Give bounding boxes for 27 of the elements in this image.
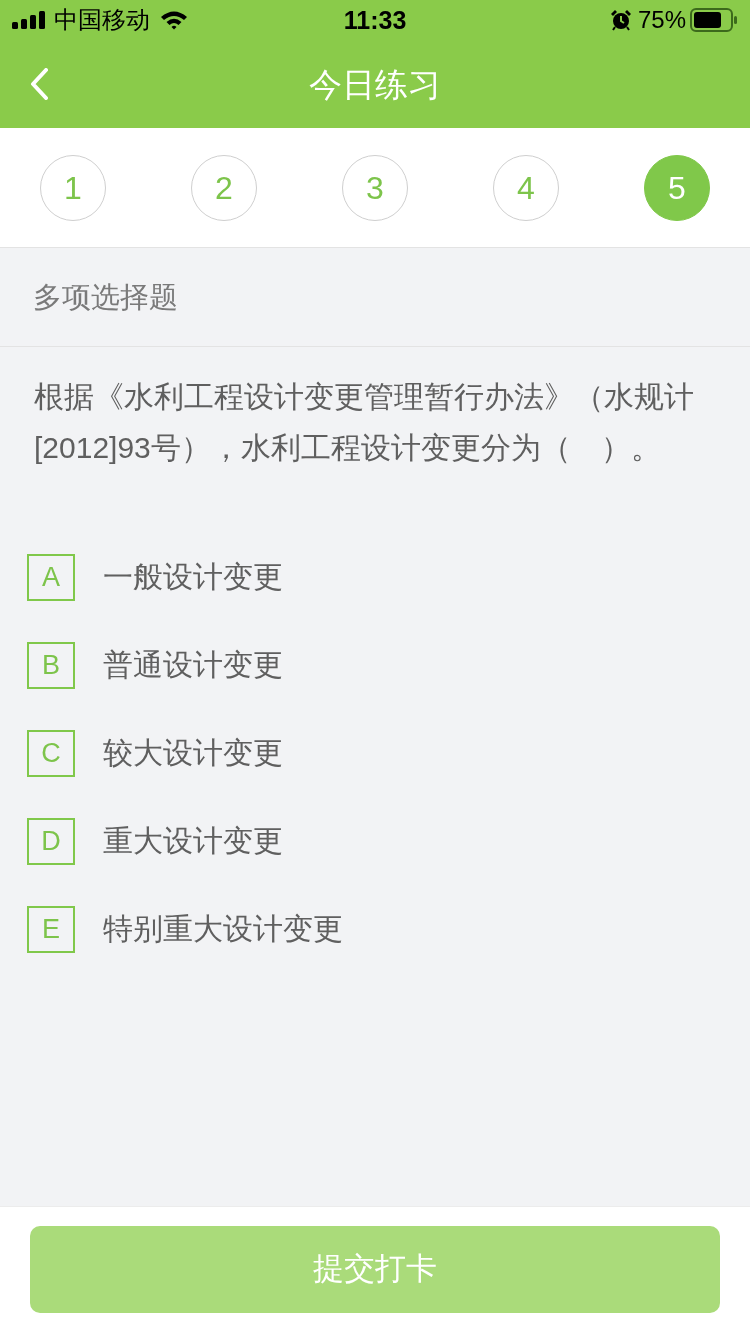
back-chevron-icon	[30, 68, 48, 100]
question-type-label: 多项选择题	[33, 282, 178, 312]
option-letter-checkbox[interactable]: D	[27, 817, 75, 865]
question-number-tab[interactable]: 5	[644, 154, 710, 221]
back-button[interactable]	[28, 66, 50, 102]
option-text[interactable]: 一般设计变更	[103, 562, 283, 592]
question-number-tab[interactable]: 1	[40, 154, 106, 221]
battery-icon	[690, 8, 738, 32]
question-number-tab[interactable]: 3	[342, 154, 408, 221]
option-text[interactable]: 较大设计变更	[103, 738, 283, 768]
battery-percent: 75%	[637, 8, 686, 32]
option-letter-checkbox[interactable]: B	[27, 641, 75, 689]
question-text: 根据《水利工程设计变更管理暂行办法》（水规计[2012]93号），水利工程设计变更分为（ ）。	[34, 379, 694, 466]
option-letter-checkbox[interactable]: A	[27, 553, 75, 601]
alarm-clock-icon	[609, 9, 632, 31]
option-text[interactable]: 特别重大设计变更	[103, 914, 343, 944]
page-title: 今日练习	[309, 67, 441, 101]
option-letter-checkbox[interactable]: C	[27, 729, 75, 777]
clock-time: 11:33	[343, 7, 407, 33]
question-number-tab[interactable]: 2	[191, 154, 257, 221]
signal-icon	[12, 11, 46, 29]
wifi-icon	[160, 10, 188, 30]
question-number-tab[interactable]: 4	[493, 154, 559, 221]
option-text[interactable]: 普通设计变更	[103, 650, 283, 680]
option-letter-checkbox[interactable]: E	[27, 905, 75, 953]
option-text[interactable]: 重大设计变更	[103, 826, 283, 856]
carrier-name: 中国移动	[54, 8, 150, 32]
